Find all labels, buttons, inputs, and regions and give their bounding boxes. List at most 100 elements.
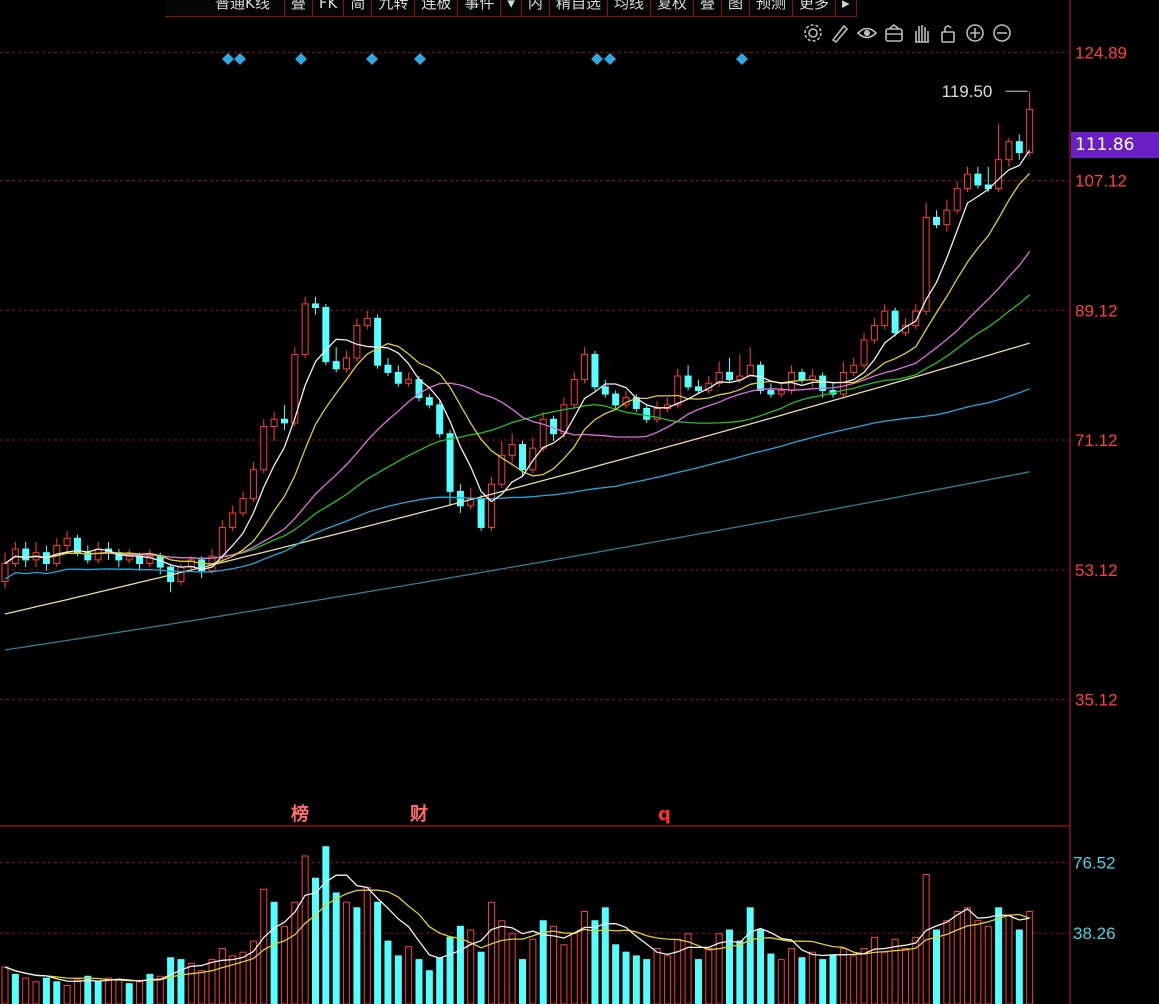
candle-body [312,303,319,309]
zoom-in-icon[interactable] [964,22,986,44]
toolbar-item-8[interactable]: 内 [522,0,550,16]
candle-body [508,444,516,456]
kline-chart[interactable]: 124.89 107.12 89.12 71.12 53.12 35.12 76.52 38.… [0,0,1159,1004]
volume-bar [280,925,288,1004]
candle-body [570,379,578,406]
volume-bar [705,948,713,1004]
zoom-out-icon[interactable] [991,22,1013,44]
toolbar-item-11[interactable]: 复权 [651,0,694,16]
volume-bar [891,938,899,1004]
toolbar-item-7[interactable]: ▾ [501,0,522,16]
volume-bar [777,959,785,1004]
hand-icon[interactable] [910,22,932,44]
event-diamond-icon [591,53,603,65]
volume-bar [581,911,589,1004]
lock-icon[interactable] [937,22,959,44]
event-diamond-icon [234,53,246,65]
candle-body [374,317,382,366]
toolbar-item-10[interactable]: 均线 [608,0,651,16]
event-diamond-icon [295,53,307,65]
volume-bar [42,977,50,1004]
volume-bar [260,888,268,1004]
volume-bar [167,957,175,1004]
candle-body [425,397,433,406]
candle-body [777,389,785,395]
ma-line-5 [4,150,1031,570]
event-marker[interactable]: 财 [410,803,428,825]
candle-body [581,353,589,381]
candle-body [446,433,454,492]
price-tick-label: 35.12 [1075,691,1118,710]
gear-icon[interactable] [802,22,824,44]
volume-bar [850,955,858,1004]
volume-bar [757,929,765,1004]
toolbar-item-0[interactable]: 普通K线 [165,0,285,16]
volume-bar [322,846,330,1004]
volume-bar [208,959,216,1004]
volume-bar [229,955,237,1004]
toolbar-item-9[interactable]: 精自选 [550,0,608,16]
candle-body [332,361,340,370]
price-tick-label: 71.12 [1075,431,1118,450]
toolbar-item-16[interactable]: ▸ [836,0,857,16]
volume-bar [1026,911,1034,1004]
price-tick-label: 124.89 [1075,43,1127,62]
pen-icon[interactable] [829,22,851,44]
volume-bar [901,948,909,1004]
volume-bar [560,944,568,1004]
volume-bar [798,957,806,1004]
event-diamond-icon [222,53,234,65]
event-diamond-icon [414,53,426,65]
candle-body [519,444,526,471]
volume-bar [953,911,961,1004]
candle-body [177,566,185,583]
toolbar-item-2[interactable]: FK [313,0,345,16]
candle-body [860,339,868,366]
candle-body [270,418,278,428]
basket-icon[interactable] [883,22,905,44]
candle-body [384,364,392,373]
toolbar-item-3[interactable]: 简 [344,0,373,16]
price-tick-label: 53.12 [1075,561,1118,580]
candle-body [601,386,609,395]
candle-body [456,490,464,507]
price-tick-label: 107.12 [1075,172,1127,191]
event-marker[interactable]: q [658,804,671,825]
volume-bar [529,938,537,1004]
candle-body [136,555,144,564]
volume-bar [436,957,444,1004]
volume-bar [187,962,195,1004]
volume-tick-label: 38.26 [1073,924,1116,943]
candle-body [746,364,754,377]
volume-bar [53,981,61,1004]
candle-body [394,371,402,384]
toolbar-item-4[interactable]: 九转 [372,0,416,16]
candle-body [322,307,330,363]
toolbar-item-14[interactable]: 预测 [750,0,794,16]
volume-bar [632,955,640,1004]
candle-body [301,303,309,355]
toolbar-item-6[interactable]: 事件 [458,0,502,16]
eye-icon[interactable] [856,22,878,44]
volume-bar [198,970,206,1004]
toolbar-item-12[interactable]: 叠 [694,0,722,16]
candle-body [726,371,733,381]
event-marker[interactable]: 榜 [291,803,309,825]
volume-bar [767,953,775,1004]
candle-body [125,555,133,561]
volume-bar [933,929,940,1004]
toolbar-item-5[interactable]: 连板 [415,0,459,16]
candle-body [870,325,878,341]
candle-body [891,310,899,334]
toolbar-item-1[interactable]: 叠 [285,0,313,16]
toolbar-item-15[interactable]: 更多 [793,0,837,16]
candle-body [229,512,237,528]
volume-bar [125,983,133,1004]
volume-bar [736,940,744,1004]
volume-bar [374,901,382,1004]
volume-bar [63,985,71,1004]
candle-body [1015,141,1023,154]
toolbar-item-13[interactable]: 图 [722,0,751,16]
volume-bar [612,944,620,1004]
volume-bar [881,951,889,1004]
